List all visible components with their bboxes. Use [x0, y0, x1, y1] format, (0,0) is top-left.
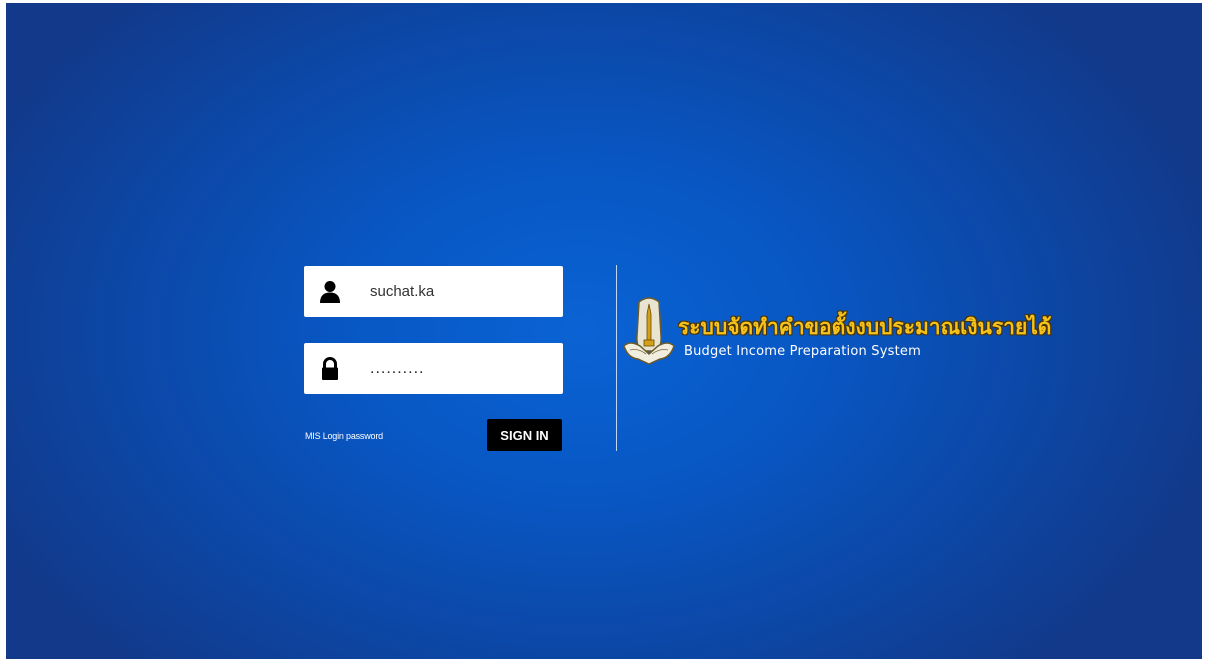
username-field[interactable] — [304, 266, 563, 317]
password-input[interactable] — [370, 343, 555, 394]
sign-in-button[interactable]: SIGN IN — [487, 419, 562, 451]
university-seal-icon — [620, 296, 678, 368]
mis-login-password-link[interactable]: MIS Login password — [305, 431, 383, 441]
password-field[interactable] — [304, 343, 563, 394]
lock-icon — [320, 357, 340, 381]
username-input[interactable] — [370, 266, 555, 317]
system-title-english: Budget Income Preparation System — [684, 344, 921, 359]
user-icon — [320, 280, 340, 304]
system-title-thai: ระบบจัดทำคำขอตั้งงบประมาณเงินรายได้ — [678, 315, 1052, 339]
login-page: MIS Login password SIGN IN ระบบจัดทำคำขอ… — [6, 3, 1202, 659]
vertical-divider — [616, 265, 617, 451]
